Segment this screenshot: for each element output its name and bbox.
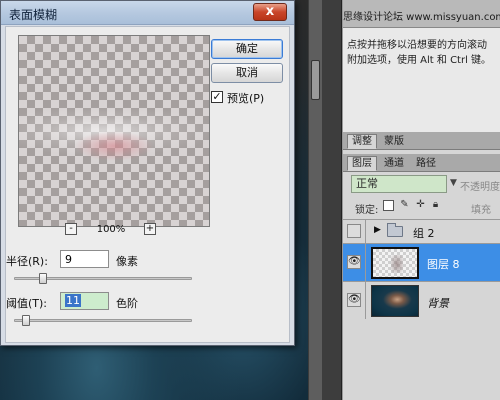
ok-button[interactable]: 确定 xyxy=(211,39,283,59)
fill-label: 填充 xyxy=(471,205,491,216)
preview-area[interactable] xyxy=(18,35,210,227)
canvas-side-strip xyxy=(322,0,342,400)
info-panel: 思缘设计论坛 www.missyuan.com 点按并拖移以沿想要的方向滚动 附… xyxy=(342,0,500,132)
layers-panel: 调整 蒙版 图层 通道 路径 正常 ▼ 不透明度 锁定: ✎ ✛ 🔒︎ 填充 ▶… xyxy=(342,132,500,400)
dialog-titlebar[interactable]: 表面模糊 x xyxy=(1,1,294,25)
canvas-scrollbar[interactable] xyxy=(308,0,322,400)
hint-line: 附加选项，使用 Alt 和 Ctrl 键。 xyxy=(347,55,492,66)
layer-row-group[interactable]: ▶ 组 2 xyxy=(343,219,500,243)
layer-name: 组 2 xyxy=(413,227,435,240)
tab-paths[interactable]: 路径 xyxy=(411,156,441,171)
layer-thumbnail xyxy=(371,247,419,279)
layer-row-layer8[interactable]: 👁︎ 图层 8 xyxy=(343,243,500,281)
threshold-slider[interactable] xyxy=(14,315,192,326)
radius-input[interactable] xyxy=(60,250,109,268)
eye-icon[interactable]: 👁︎ xyxy=(347,255,361,269)
chevron-down-icon[interactable]: ▼ xyxy=(450,178,457,188)
blend-mode-select[interactable]: 正常 xyxy=(351,175,447,193)
eye-icon[interactable]: 👁︎ xyxy=(347,293,361,307)
tab-masks[interactable]: 蒙版 xyxy=(379,134,409,149)
preview-subject xyxy=(74,131,154,161)
tab-layers[interactable]: 图层 xyxy=(347,156,377,171)
row-divider xyxy=(365,244,366,281)
layers-tab-row: 图层 通道 路径 xyxy=(343,154,500,172)
lock-transparency-icon[interactable] xyxy=(383,200,394,211)
row-divider xyxy=(365,282,366,319)
cancel-button[interactable]: 取消 xyxy=(211,63,283,83)
close-button[interactable]: x xyxy=(253,3,287,21)
canvas-scrollbar-thumb[interactable] xyxy=(311,60,320,100)
hint-line: 点按并拖移以沿想要的方向滚动 xyxy=(347,40,487,51)
threshold-unit: 色阶 xyxy=(116,297,138,310)
threshold-label: 阈值(T): xyxy=(6,297,48,310)
dialog-body: - 100% + 确定 取消 ✓ 预览(P) 半径(R): 像素 阈值(T): … xyxy=(5,26,290,343)
opacity-label: 不透明度 xyxy=(460,182,500,193)
radius-slider[interactable] xyxy=(14,273,192,284)
brush-icon[interactable]: ✎ xyxy=(399,200,410,211)
dialog-title: 表面模糊 xyxy=(9,8,58,22)
preview-checkbox-label: 预览(P) xyxy=(227,92,265,105)
preview-checkbox[interactable]: ✓ xyxy=(211,91,223,103)
radius-slider-thumb[interactable] xyxy=(39,273,47,284)
layer-name: 背景 xyxy=(427,297,449,310)
radius-label: 半径(R): xyxy=(6,255,48,268)
thumbnail-content xyxy=(391,255,403,273)
tab-channels[interactable]: 通道 xyxy=(379,156,409,171)
move-icon[interactable]: ✛ xyxy=(415,200,426,211)
layer-thumbnail xyxy=(371,285,419,317)
lock-label: 锁定: xyxy=(355,205,379,216)
radius-unit: 像素 xyxy=(116,255,138,268)
tab-adjustments[interactable]: 调整 xyxy=(347,134,377,149)
threshold-value: 11 xyxy=(65,294,81,307)
zoom-out-button[interactable]: - xyxy=(65,223,77,235)
row-divider xyxy=(365,220,366,243)
checkmark-icon: ✓ xyxy=(212,90,222,103)
hint-text: 点按并拖移以沿想要的方向滚动 附加选项，使用 Alt 和 Ctrl 键。 xyxy=(347,38,499,68)
zoom-level: 100% xyxy=(96,224,126,235)
visibility-toggle[interactable] xyxy=(347,224,361,238)
folder-icon xyxy=(387,223,403,237)
adjustments-tab-row: 调整 蒙版 xyxy=(343,132,500,150)
layer-name: 图层 8 xyxy=(427,258,460,271)
layer-row-background[interactable]: 👁︎ 背景 xyxy=(343,281,500,319)
threshold-input[interactable]: 11 xyxy=(60,292,109,310)
surface-blur-dialog: 表面模糊 x - 100% + 确定 取消 ✓ 预览(P) 半径(R): 像素 … xyxy=(0,0,295,346)
triangle-right-icon[interactable]: ▶ xyxy=(374,225,381,235)
info-panel-header: 思缘设计论坛 www.missyuan.com xyxy=(343,0,500,28)
watermark-text: 思缘设计论坛 www.missyuan.com xyxy=(343,12,500,23)
threshold-slider-thumb[interactable] xyxy=(22,315,30,326)
lock-icon[interactable]: 🔒︎ xyxy=(430,200,441,211)
zoom-in-button[interactable]: + xyxy=(144,223,156,235)
